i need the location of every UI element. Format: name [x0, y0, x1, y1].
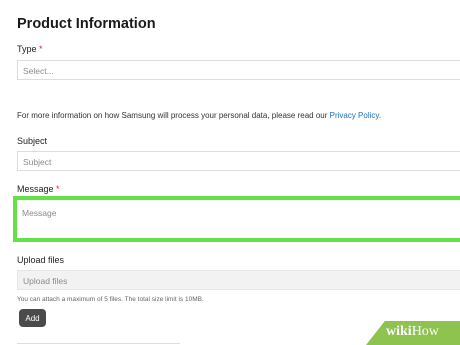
privacy-notice-text: For more information on how Samsung will…	[17, 111, 330, 120]
watermark-wiki: wiki	[386, 324, 412, 339]
privacy-notice-suffix: .	[378, 111, 382, 120]
message-label: Message *	[17, 184, 60, 194]
subject-label: Subject	[17, 136, 48, 146]
section-title: Product Information	[17, 16, 156, 32]
add-file-button[interactable]: Add	[19, 309, 46, 327]
upload-files-field[interactable]: Upload files	[17, 270, 460, 290]
upload-label: Upload files	[17, 255, 65, 265]
divider	[17, 343, 180, 344]
wikihow-watermark-logo: wikiHow	[386, 324, 439, 340]
privacy-notice: For more information on how Samsung will…	[17, 111, 381, 120]
watermark-how: How	[411, 324, 439, 339]
upload-limit-hint: You can attach a maximum of 5 files. The…	[17, 296, 204, 303]
type-required-mark: *	[39, 44, 43, 54]
upload-files-placeholder: Upload files	[23, 276, 68, 286]
type-label: Type *	[17, 44, 43, 54]
type-select[interactable]: Select...	[17, 60, 460, 80]
message-textarea[interactable]: Message	[13, 196, 460, 242]
privacy-policy-link[interactable]: Privacy Policy	[330, 111, 379, 120]
subject-input[interactable]: Subject	[17, 151, 460, 171]
message-label-text: Message	[17, 184, 54, 194]
message-textarea-placeholder: Message	[22, 208, 57, 218]
message-required-mark: *	[56, 184, 60, 194]
subject-input-placeholder: Subject	[23, 157, 52, 167]
type-label-text: Type	[17, 44, 37, 54]
type-select-placeholder: Select...	[23, 66, 54, 76]
